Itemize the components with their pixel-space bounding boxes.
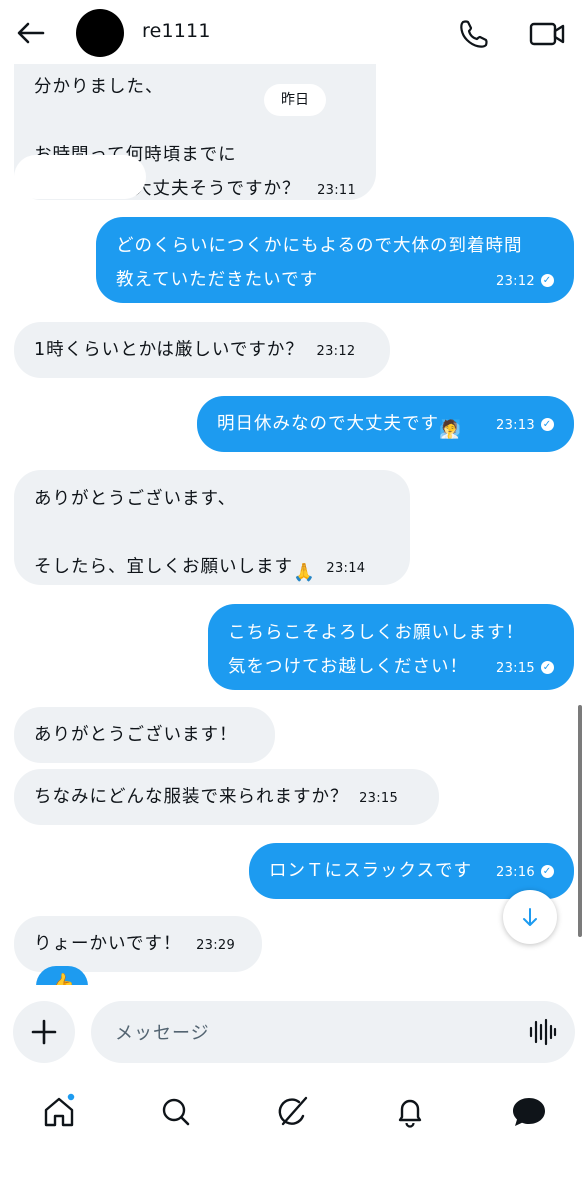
message-time: 23:15: [496, 661, 535, 676]
message-incoming[interactable]: ちなみにどんな服装で来られますか？ 23:15: [14, 769, 439, 825]
message-text: ちなみにどんな服装で来られますか？: [34, 787, 349, 807]
plus-icon: [31, 1019, 57, 1045]
message-time: 23:12: [496, 274, 535, 289]
voice-call-button[interactable]: [454, 14, 494, 54]
arrow-left-icon: [17, 22, 45, 44]
message-incoming[interactable]: 1時くらいとかは厳しいですか？ 23:12: [14, 322, 390, 378]
message-outgoing[interactable]: こちらこそよろしくお願いします！ 気をつけてお越しください！ 23:15 ✓: [208, 604, 574, 690]
search-icon: [162, 1098, 190, 1126]
home-icon: [44, 1092, 76, 1127]
redaction-mask: [14, 155, 146, 199]
phone-icon: [460, 20, 488, 48]
message-time: 23:11: [317, 183, 357, 198]
emoji: 🙏: [293, 563, 316, 583]
add-media-button[interactable]: [13, 1001, 75, 1063]
message-text: ロンＴにスラックスです: [269, 861, 472, 881]
bell-icon: [398, 1099, 422, 1128]
message-text: りょーかいです！: [34, 934, 182, 954]
message-incoming[interactable]: りょーかいです！ 23:29: [14, 916, 262, 972]
message-text: 教えていただきたいです: [116, 270, 319, 290]
waveform-icon: [529, 1018, 557, 1046]
message-incoming[interactable]: ありがとうございます！: [14, 707, 275, 763]
arrow-down-icon: [523, 908, 537, 926]
back-button[interactable]: [10, 14, 50, 54]
nav-messages[interactable]: [507, 1090, 551, 1134]
notification-dot: [66, 1092, 76, 1102]
chat-header: re1111: [0, 0, 588, 64]
message-time: 23:13: [496, 418, 535, 433]
avatar[interactable]: [76, 9, 124, 57]
message-time: 23:14: [326, 561, 366, 576]
message-text: ありがとうございます！: [34, 725, 238, 745]
nav-home[interactable]: [37, 1090, 81, 1134]
nav-notifications[interactable]: [388, 1090, 432, 1134]
message-input[interactable]: メッセージ: [91, 1001, 575, 1063]
read-check-icon: ✓: [541, 864, 554, 878]
nav-search[interactable]: [154, 1090, 198, 1134]
scrollbar[interactable]: [578, 705, 582, 937]
message-time: 23:15: [359, 791, 399, 806]
message-outgoing[interactable]: どのくらいにつくかにもよるので大体の到着時間 教えていただきたいです 23:12…: [96, 217, 574, 303]
message-time: 23:16: [496, 865, 535, 880]
message-text: そしたら、宜しくお願いします: [34, 557, 293, 577]
message-text: こちらこそよろしくお願いします！: [228, 623, 524, 643]
video-camera-icon: [529, 22, 565, 46]
contact-name[interactable]: re1111: [142, 20, 211, 42]
composer-divider: [0, 985, 588, 1001]
scroll-to-bottom-button[interactable]: [503, 890, 557, 944]
message-text: 1時くらいとかは厳しいですか？: [34, 340, 304, 360]
message-outgoing[interactable]: 明日休みなので大丈夫です🧖 23:13 ✓: [197, 396, 574, 452]
read-check-icon: ✓: [541, 273, 554, 287]
message-text: 大丈夫そうですか？: [134, 179, 301, 199]
message-incoming[interactable]: ありがとうございます、 そしたら、宜しくお願いします🙏 23:14: [14, 470, 410, 585]
grok-icon: [278, 1096, 308, 1126]
message-time: 23:29: [196, 938, 236, 953]
read-check-icon: ✓: [541, 417, 554, 431]
date-divider: 昨日: [264, 84, 326, 116]
voice-message-button[interactable]: [527, 1017, 557, 1047]
video-call-button[interactable]: [526, 14, 568, 54]
chat-bubble-icon: [513, 1098, 545, 1126]
emoji: 🧖: [439, 420, 462, 440]
message-text: 明日休みなので大丈夫です: [217, 414, 439, 434]
message-input-placeholder: メッセージ: [115, 1023, 210, 1044]
message-text: どのくらいにつくかにもよるので大体の到着時間: [116, 236, 523, 256]
message-time: 23:12: [316, 344, 356, 359]
read-check-icon: ✓: [541, 660, 554, 674]
message-text: ありがとうございます、: [34, 489, 237, 509]
nav-grok[interactable]: [271, 1090, 315, 1134]
message-text: 気をつけてお越しください！: [228, 657, 468, 677]
